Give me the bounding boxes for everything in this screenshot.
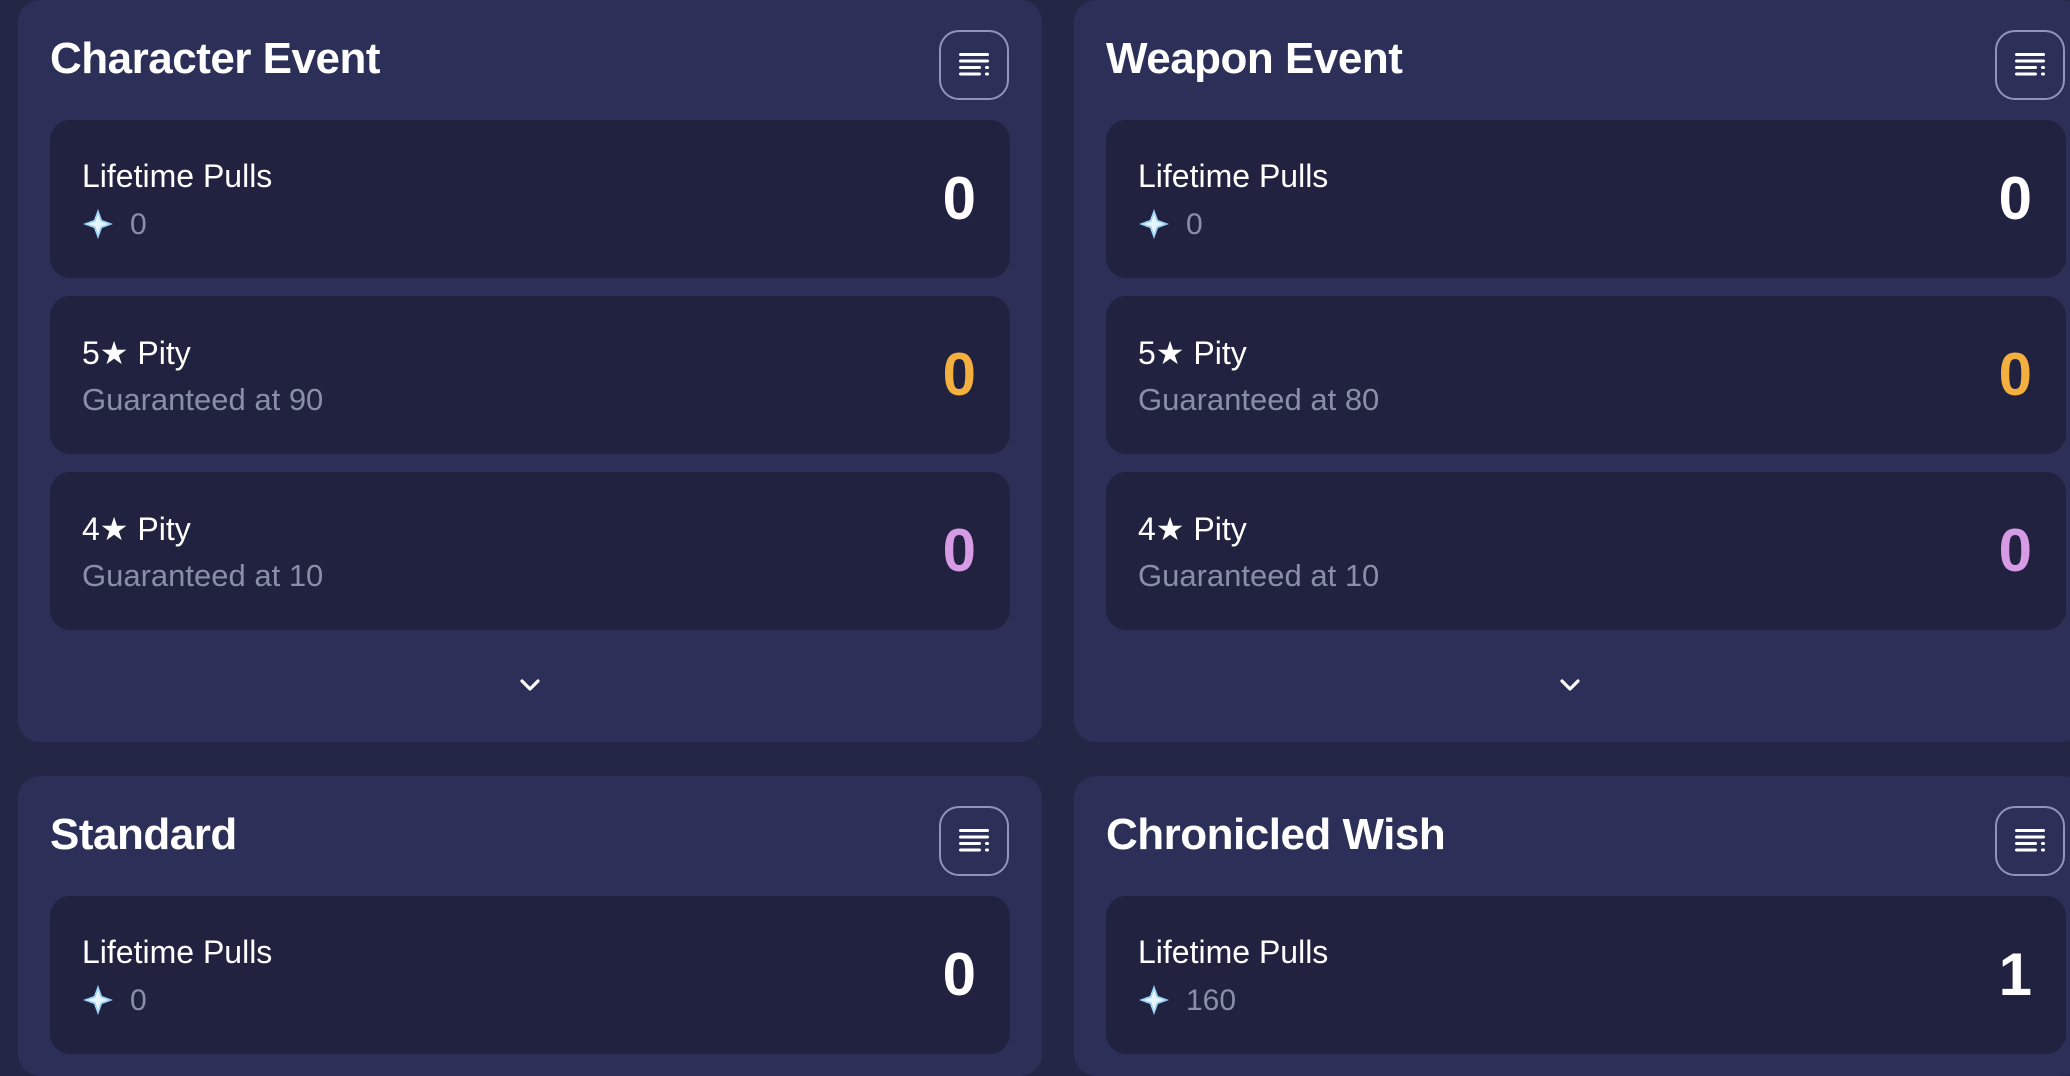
four-star-pity-label: 4★ Pity <box>82 511 191 547</box>
banner-panel-chronicled-wish: Chronicled Wish Lifetime Pulls 160 1 <box>1074 776 2070 1076</box>
five-star-pity-label: 5★ Pity <box>82 335 191 371</box>
history-menu-button[interactable] <box>939 806 1009 876</box>
lifetime-pulls-value: 0 <box>1998 165 2032 232</box>
list-menu-icon <box>2015 829 2045 852</box>
list-menu-icon <box>2015 53 2045 76</box>
five-star-pity-card: 5★ Pity Guaranteed at 90 0 <box>50 296 1010 454</box>
five-star-pity-label: 5★ Pity <box>1138 335 1247 371</box>
four-star-guarantee: Guaranteed at 10 <box>1138 558 1380 593</box>
primogem-count: 160 <box>1186 984 1237 1017</box>
banner-title: Character Event <box>50 34 380 83</box>
banner-panel-standard: Standard Lifetime Pulls 0 0 <box>18 776 1042 1076</box>
primogem-count: 0 <box>1186 208 1203 241</box>
banner-panel-character-event: Character Event Lifetime Pulls 0 0 5★ Pi… <box>18 0 1042 742</box>
chevron-down-icon[interactable] <box>510 666 550 706</box>
list-menu-icon <box>959 53 989 76</box>
history-menu-button[interactable] <box>939 30 1009 100</box>
chevron-down-icon[interactable] <box>1550 666 1590 706</box>
lifetime-pulls-label: Lifetime Pulls <box>82 934 273 970</box>
history-menu-button[interactable] <box>1995 30 2065 100</box>
lifetime-pulls-label: Lifetime Pulls <box>1138 934 1329 970</box>
lifetime-pulls-value: 0 <box>942 941 976 1008</box>
primogem-icon <box>1139 209 1169 239</box>
lifetime-pulls-card: Lifetime Pulls 160 1 <box>1106 896 2066 1054</box>
lifetime-pulls-card: Lifetime Pulls 0 0 <box>1106 120 2066 278</box>
banner-title: Weapon Event <box>1106 34 1403 83</box>
four-star-pity-card: 4★ Pity Guaranteed at 10 0 <box>50 472 1010 630</box>
list-menu-icon <box>959 829 989 852</box>
lifetime-pulls-card: Lifetime Pulls 0 0 <box>50 120 1010 278</box>
primogem-icon <box>1139 985 1169 1015</box>
lifetime-pulls-value: 1 <box>1998 941 2032 1008</box>
lifetime-pulls-label: Lifetime Pulls <box>1138 158 1329 194</box>
five-star-pity-value: 0 <box>942 341 976 408</box>
four-star-guarantee: Guaranteed at 10 <box>82 558 324 593</box>
history-menu-button[interactable] <box>1995 806 2065 876</box>
four-star-pity-card: 4★ Pity Guaranteed at 10 0 <box>1106 472 2066 630</box>
five-star-pity-value: 0 <box>1998 341 2032 408</box>
four-star-pity-value: 0 <box>942 517 976 584</box>
primogem-icon <box>83 209 113 239</box>
lifetime-pulls-card: Lifetime Pulls 0 0 <box>50 896 1010 1054</box>
banner-panel-weapon-event: Weapon Event Lifetime Pulls 0 0 5★ Pity … <box>1074 0 2070 742</box>
five-star-guarantee: Guaranteed at 80 <box>1138 382 1380 417</box>
primogem-icon <box>83 985 113 1015</box>
lifetime-pulls-label: Lifetime Pulls <box>82 158 273 194</box>
banner-title: Chronicled Wish <box>1106 810 1446 859</box>
primogem-count: 0 <box>130 208 147 241</box>
lifetime-pulls-value: 0 <box>942 165 976 232</box>
four-star-pity-value: 0 <box>1998 517 2032 584</box>
primogem-count: 0 <box>130 984 147 1017</box>
four-star-pity-label: 4★ Pity <box>1138 511 1247 547</box>
banner-title: Standard <box>50 810 237 859</box>
five-star-guarantee: Guaranteed at 90 <box>82 382 324 417</box>
five-star-pity-card: 5★ Pity Guaranteed at 80 0 <box>1106 296 2066 454</box>
